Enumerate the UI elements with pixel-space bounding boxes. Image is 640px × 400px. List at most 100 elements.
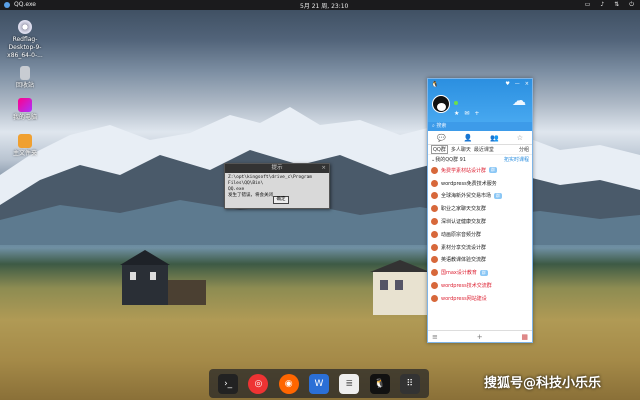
search-input[interactable]: ⌕ 搜索	[428, 122, 532, 131]
ok-button[interactable]: 确定	[273, 196, 289, 204]
system-tray: ▭ ♪ ⇅ ⏻	[585, 1, 634, 9]
firefox-icon[interactable]: ◉	[278, 373, 299, 394]
skin-icon[interactable]: ♥	[505, 81, 509, 87]
star-icon[interactable]: ★	[454, 110, 459, 117]
group-list: 免费学素材站设计群群 wordpress免费技术服务 全球海新外贸交易市场群职业之家…	[428, 164, 532, 305]
online-status-icon[interactable]	[454, 101, 458, 105]
group-list-item[interactable]: 英语教课体验交流群	[431, 254, 529, 267]
desktop-icon-label: Redflag- Desktop-9- x86_64-0-...	[7, 36, 43, 59]
disc-icon	[18, 20, 32, 34]
power-icon[interactable]: ⏻	[629, 1, 634, 9]
minimize-icon[interactable]: —	[515, 81, 520, 87]
wps-icon[interactable]: W	[308, 373, 329, 394]
netease-music-icon[interactable]: ◎	[248, 373, 269, 394]
group-avatar	[431, 282, 438, 290]
subtab-group-category[interactable]: 分组	[519, 146, 529, 153]
folder-icon	[18, 134, 32, 148]
qq-main-window: 🐧 ♥ — × ★ ✉ + ☁ ⌕ 搜索 💬 👤 👥 ☆ QQ群 多人聊天 最近…	[427, 78, 533, 343]
group-list-item[interactable]: wordpress网站建设	[431, 292, 529, 305]
qq-icon[interactable]: 🐧	[369, 373, 390, 394]
dialog-message-line: Z:\opt\kingsoft\drive_c\Program Files\QQ…	[228, 175, 312, 186]
error-dialog: 提示 × Z:\opt\kingsoft\drive_c\Program Fil…	[224, 163, 330, 209]
volume-icon[interactable]: ♪	[600, 1, 604, 9]
mail-icon[interactable]: ✉	[464, 110, 469, 117]
text-editor-icon[interactable]: ≣	[339, 373, 360, 394]
group-avatar	[431, 269, 438, 277]
watermark: 搜狐号@科技小乐乐	[484, 376, 602, 391]
group-subtabs: QQ群 多人聊天 最近课堂 分组	[428, 145, 532, 155]
trash-icon	[20, 66, 30, 80]
group-avatar	[431, 205, 438, 213]
group-list-item[interactable]: 职业之家聊天交友群	[431, 202, 529, 215]
terminal-icon[interactable]: ›_	[218, 373, 239, 394]
group-name: 动画原宗音频分群	[441, 231, 482, 238]
group-avatar	[431, 294, 438, 302]
group-name: wordpress技术交流群	[441, 283, 492, 290]
group-badge: 群	[494, 192, 503, 199]
group-list-item[interactable]: wordpress免费技术服务	[431, 177, 529, 190]
menu-icon[interactable]: ≡	[432, 333, 438, 341]
group-avatar	[431, 192, 438, 200]
avatar[interactable]	[432, 95, 450, 113]
group-list-item[interactable]: 国max设计教育群	[431, 266, 529, 279]
network-icon[interactable]: ⇅	[614, 1, 619, 9]
main-tabs: 💬 👤 👥 ☆	[428, 131, 532, 145]
group-name: 免费学素材站设计群	[441, 167, 487, 174]
subtab-qq-group[interactable]: QQ群	[431, 145, 448, 154]
group-list-item[interactable]: 免费学素材站设计群群	[431, 164, 529, 177]
desktop-icon-label: 回收站	[15, 82, 34, 89]
group-section-header[interactable]: ⌄ 我的QQ群 91 拓实时课程	[428, 155, 532, 164]
subtab-recent-class[interactable]: 最近课堂	[474, 146, 494, 153]
group-section-title: 我的QQ群 91	[435, 157, 467, 163]
group-list-item[interactable]: 深圳认证健康交友群	[431, 215, 529, 228]
group-avatar	[431, 230, 438, 238]
add-icon[interactable]: +	[474, 110, 479, 117]
close-icon[interactable]: ×	[321, 164, 326, 173]
app-manager-icon[interactable]: ▦	[521, 333, 528, 341]
group-badge: 群	[489, 167, 498, 174]
group-list-item[interactable]: 全球海新外贸交易市场群	[431, 190, 529, 203]
group-name: 全球海新外贸交易市场	[441, 193, 492, 200]
group-name: 国max设计教育	[441, 270, 477, 277]
subtab-multi-chat[interactable]: 多人聊天	[451, 146, 471, 153]
group-badge: 群	[479, 269, 488, 276]
close-icon[interactable]: ×	[525, 81, 529, 87]
group-name: 深圳认证健康交友群	[441, 219, 487, 226]
house-illustration	[120, 250, 206, 305]
group-list-item[interactable]: 素材分享交流设计群	[431, 241, 529, 254]
group-avatar	[431, 218, 438, 226]
add-icon[interactable]: +	[477, 333, 483, 341]
tab-groups[interactable]: 👥	[490, 134, 499, 142]
group-avatar	[431, 179, 438, 187]
group-name: wordpress免费技术服务	[441, 180, 497, 187]
group-name: wordpress网站建设	[441, 295, 487, 302]
qq-app-icon[interactable]	[4, 2, 10, 8]
dialog-title: 提示	[271, 165, 283, 171]
qq-logo-icon: 🐧	[431, 81, 439, 88]
desktop-icon-trash[interactable]: 回收站	[4, 66, 46, 90]
clock[interactable]: 5月 21 周, 23:10	[300, 1, 348, 10]
group-name: 职业之家聊天交友群	[441, 206, 487, 213]
tab-messages[interactable]: 💬	[437, 134, 446, 142]
dock: ›_ ◎ ◉ W ≣ 🐧 ⠿	[209, 369, 429, 398]
group-avatar	[431, 166, 438, 174]
group-name: 英语教课体验交流群	[441, 257, 487, 264]
group-avatar	[431, 256, 438, 264]
quick-apps: ★ ✉ +	[454, 110, 479, 117]
group-avatar	[431, 243, 438, 251]
active-app-name[interactable]: QQ.exe	[14, 1, 36, 8]
group-list-item[interactable]: 动画原宗音频分群	[431, 228, 529, 241]
house-right-illustration	[370, 260, 430, 315]
monitor-icon[interactable]: ▭	[585, 1, 591, 9]
dialog-titlebar[interactable]: 提示 ×	[225, 164, 329, 173]
group-list-item[interactable]: wordpress技术交流群	[431, 279, 529, 292]
app-grid-icon[interactable]: ⠿	[399, 373, 420, 394]
group-section-tag[interactable]: 拓实时课程	[504, 156, 529, 163]
desktop-icon-redflag[interactable]: Redflag- Desktop-9- x86_64-0-...	[4, 20, 46, 60]
cloud-icon[interactable]: ☁	[512, 93, 526, 109]
window-controls: ♥ — ×	[505, 81, 529, 87]
desktop-icon-computer[interactable]: 我的电脑	[4, 98, 46, 122]
desktop-icon-home-folder[interactable]: 主文件夹	[4, 134, 46, 158]
tab-favorites[interactable]: ☆	[517, 134, 523, 142]
tab-contacts[interactable]: 👤	[464, 134, 473, 142]
